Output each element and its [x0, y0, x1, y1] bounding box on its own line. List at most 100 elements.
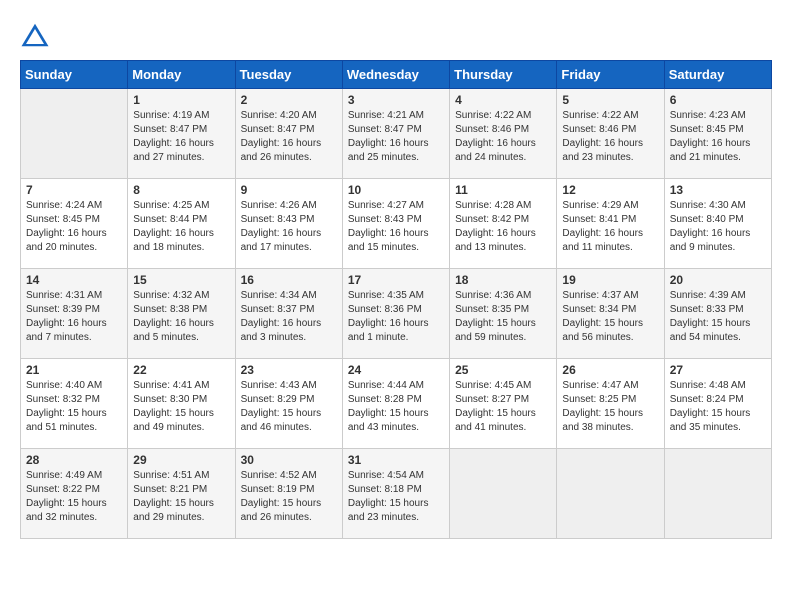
- calendar-cell: 28 Sunrise: 4:49 AM Sunset: 8:22 PM Dayli…: [21, 449, 128, 539]
- day-number: 5: [562, 93, 658, 107]
- calendar-cell: 18Sunrise: 4:36 AM Sunset: 8:35 PM Dayli…: [450, 269, 557, 359]
- calendar-cell: 24 Sunrise: 4:44 AM Sunset: 8:28 PM Dayli…: [342, 359, 449, 449]
- day-info: Sunrise: 4:51 AM Sunset: 8:21 PM Dayligh…: [133, 469, 229, 525]
- day-info: Sunrise: 4:21 AM Sunset: 8:47 PM Dayligh…: [348, 109, 444, 165]
- day-number: 11: [455, 183, 551, 197]
- day-info: Sunrise: 4:44 AM Sunset: 8:28 PM Dayligh…: [348, 379, 444, 435]
- day-number: 9: [241, 183, 337, 197]
- day-number: 28: [26, 453, 122, 467]
- day-info: Sunrise: 4:20 AM Sunset: 8:47 PM Dayligh…: [241, 109, 337, 165]
- weekday-header: Friday: [557, 61, 664, 89]
- calendar-week-row: 7 Sunrise: 4:24 AM Sunset: 8:45 PM Daylig…: [21, 179, 772, 269]
- day-info: Sunrise: 4:22 AM Sunset: 8:46 PM Dayligh…: [455, 109, 551, 165]
- day-info: Sunrise: 4:48 AM Sunset: 8:24 PM Dayligh…: [670, 379, 766, 435]
- day-info: Sunrise: 4:19 AM Sunset: 8:47 PM Dayligh…: [133, 109, 229, 165]
- day-info: Sunrise: 4:23 AM Sunset: 8:45 PM Dayligh…: [670, 109, 766, 165]
- day-number: 21: [26, 363, 122, 377]
- day-info: Sunrise: 4:54 AM Sunset: 8:18 PM Dayligh…: [348, 469, 444, 525]
- day-number: 10: [348, 183, 444, 197]
- day-info: Sunrise: 4:32 AM Sunset: 8:38 PM Dayligh…: [133, 289, 229, 345]
- weekday-header: Sunday: [21, 61, 128, 89]
- day-number: 20: [670, 273, 766, 287]
- calendar-week-row: 1Sunrise: 4:19 AM Sunset: 8:47 PM Daylig…: [21, 89, 772, 179]
- day-number: 29: [133, 453, 229, 467]
- day-info: Sunrise: 4:36 AM Sunset: 8:35 PM Dayligh…: [455, 289, 551, 345]
- day-info: Sunrise: 4:24 AM Sunset: 8:45 PM Dayligh…: [26, 199, 122, 255]
- day-number: 30: [241, 453, 337, 467]
- calendar-table: SundayMondayTuesdayWednesdayThursdayFrid…: [20, 60, 772, 539]
- calendar-cell: 4 Sunrise: 4:22 AM Sunset: 8:46 PM Daylig…: [450, 89, 557, 179]
- day-number: 22: [133, 363, 229, 377]
- day-number: 25: [455, 363, 551, 377]
- day-info: Sunrise: 4:30 AM Sunset: 8:40 PM Dayligh…: [670, 199, 766, 255]
- calendar-cell: 23 Sunrise: 4:43 AM Sunset: 8:29 PM Dayli…: [235, 359, 342, 449]
- calendar-header: SundayMondayTuesdayWednesdayThursdayFrid…: [21, 61, 772, 89]
- calendar-cell: 25Sunrise: 4:45 AM Sunset: 8:27 PM Dayli…: [450, 359, 557, 449]
- weekday-header: Saturday: [664, 61, 771, 89]
- day-info: Sunrise: 4:26 AM Sunset: 8:43 PM Dayligh…: [241, 199, 337, 255]
- day-info: Sunrise: 4:34 AM Sunset: 8:37 PM Dayligh…: [241, 289, 337, 345]
- page-header: [20, 20, 772, 50]
- calendar-cell: 11 Sunrise: 4:28 AM Sunset: 8:42 PM Dayli…: [450, 179, 557, 269]
- calendar-cell: 3 Sunrise: 4:21 AM Sunset: 8:47 PM Daylig…: [342, 89, 449, 179]
- calendar-cell: 30Sunrise: 4:52 AM Sunset: 8:19 PM Dayli…: [235, 449, 342, 539]
- calendar-cell: 7 Sunrise: 4:24 AM Sunset: 8:45 PM Daylig…: [21, 179, 128, 269]
- day-number: 2: [241, 93, 337, 107]
- calendar-cell: 8Sunrise: 4:25 AM Sunset: 8:44 PM Daylig…: [128, 179, 235, 269]
- day-info: Sunrise: 4:40 AM Sunset: 8:32 PM Dayligh…: [26, 379, 122, 435]
- day-number: 13: [670, 183, 766, 197]
- day-number: 19: [562, 273, 658, 287]
- day-number: 6: [670, 93, 766, 107]
- day-info: Sunrise: 4:28 AM Sunset: 8:42 PM Dayligh…: [455, 199, 551, 255]
- day-number: 27: [670, 363, 766, 377]
- calendar-cell: [21, 89, 128, 179]
- logo-icon: [20, 20, 50, 50]
- day-number: 7: [26, 183, 122, 197]
- calendar-cell: 14Sunrise: 4:31 AM Sunset: 8:39 PM Dayli…: [21, 269, 128, 359]
- calendar-cell: 16 Sunrise: 4:34 AM Sunset: 8:37 PM Dayli…: [235, 269, 342, 359]
- day-info: Sunrise: 4:22 AM Sunset: 8:46 PM Dayligh…: [562, 109, 658, 165]
- calendar-cell: 22Sunrise: 4:41 AM Sunset: 8:30 PM Dayli…: [128, 359, 235, 449]
- calendar-week-row: 28 Sunrise: 4:49 AM Sunset: 8:22 PM Dayli…: [21, 449, 772, 539]
- calendar-cell: 9 Sunrise: 4:26 AM Sunset: 8:43 PM Daylig…: [235, 179, 342, 269]
- calendar-cell: 26Sunrise: 4:47 AM Sunset: 8:25 PM Dayli…: [557, 359, 664, 449]
- calendar-cell: 19 Sunrise: 4:37 AM Sunset: 8:34 PM Dayli…: [557, 269, 664, 359]
- day-number: 4: [455, 93, 551, 107]
- calendar-cell: 2 Sunrise: 4:20 AM Sunset: 8:47 PM Daylig…: [235, 89, 342, 179]
- calendar-cell: 10 Sunrise: 4:27 AM Sunset: 8:43 PM Dayli…: [342, 179, 449, 269]
- day-info: Sunrise: 4:25 AM Sunset: 8:44 PM Dayligh…: [133, 199, 229, 255]
- calendar-week-row: 14Sunrise: 4:31 AM Sunset: 8:39 PM Dayli…: [21, 269, 772, 359]
- calendar-cell: 15 Sunrise: 4:32 AM Sunset: 8:38 PM Dayli…: [128, 269, 235, 359]
- calendar-cell: 12 Sunrise: 4:29 AM Sunset: 8:41 PM Dayli…: [557, 179, 664, 269]
- day-number: 24: [348, 363, 444, 377]
- day-number: 15: [133, 273, 229, 287]
- day-info: Sunrise: 4:35 AM Sunset: 8:36 PM Dayligh…: [348, 289, 444, 345]
- calendar-cell: 20Sunrise: 4:39 AM Sunset: 8:33 PM Dayli…: [664, 269, 771, 359]
- day-number: 16: [241, 273, 337, 287]
- day-number: 31: [348, 453, 444, 467]
- day-info: Sunrise: 4:27 AM Sunset: 8:43 PM Dayligh…: [348, 199, 444, 255]
- day-number: 3: [348, 93, 444, 107]
- day-info: Sunrise: 4:29 AM Sunset: 8:41 PM Dayligh…: [562, 199, 658, 255]
- calendar-cell: [450, 449, 557, 539]
- calendar-cell: [557, 449, 664, 539]
- day-number: 23: [241, 363, 337, 377]
- day-info: Sunrise: 4:43 AM Sunset: 8:29 PM Dayligh…: [241, 379, 337, 435]
- weekday-header: Monday: [128, 61, 235, 89]
- weekday-header: Wednesday: [342, 61, 449, 89]
- calendar-cell: 27 Sunrise: 4:48 AM Sunset: 8:24 PM Dayli…: [664, 359, 771, 449]
- logo: [20, 20, 54, 50]
- calendar-cell: 17 Sunrise: 4:35 AM Sunset: 8:36 PM Dayli…: [342, 269, 449, 359]
- weekday-header: Tuesday: [235, 61, 342, 89]
- day-number: 17: [348, 273, 444, 287]
- calendar-cell: 31 Sunrise: 4:54 AM Sunset: 8:18 PM Dayli…: [342, 449, 449, 539]
- calendar-cell: 1Sunrise: 4:19 AM Sunset: 8:47 PM Daylig…: [128, 89, 235, 179]
- day-number: 12: [562, 183, 658, 197]
- weekday-row: SundayMondayTuesdayWednesdayThursdayFrid…: [21, 61, 772, 89]
- calendar-cell: 6 Sunrise: 4:23 AM Sunset: 8:45 PM Daylig…: [664, 89, 771, 179]
- day-info: Sunrise: 4:49 AM Sunset: 8:22 PM Dayligh…: [26, 469, 122, 525]
- day-info: Sunrise: 4:37 AM Sunset: 8:34 PM Dayligh…: [562, 289, 658, 345]
- calendar-cell: [664, 449, 771, 539]
- calendar-cell: 5 Sunrise: 4:22 AM Sunset: 8:46 PM Daylig…: [557, 89, 664, 179]
- calendar-cell: 29 Sunrise: 4:51 AM Sunset: 8:21 PM Dayli…: [128, 449, 235, 539]
